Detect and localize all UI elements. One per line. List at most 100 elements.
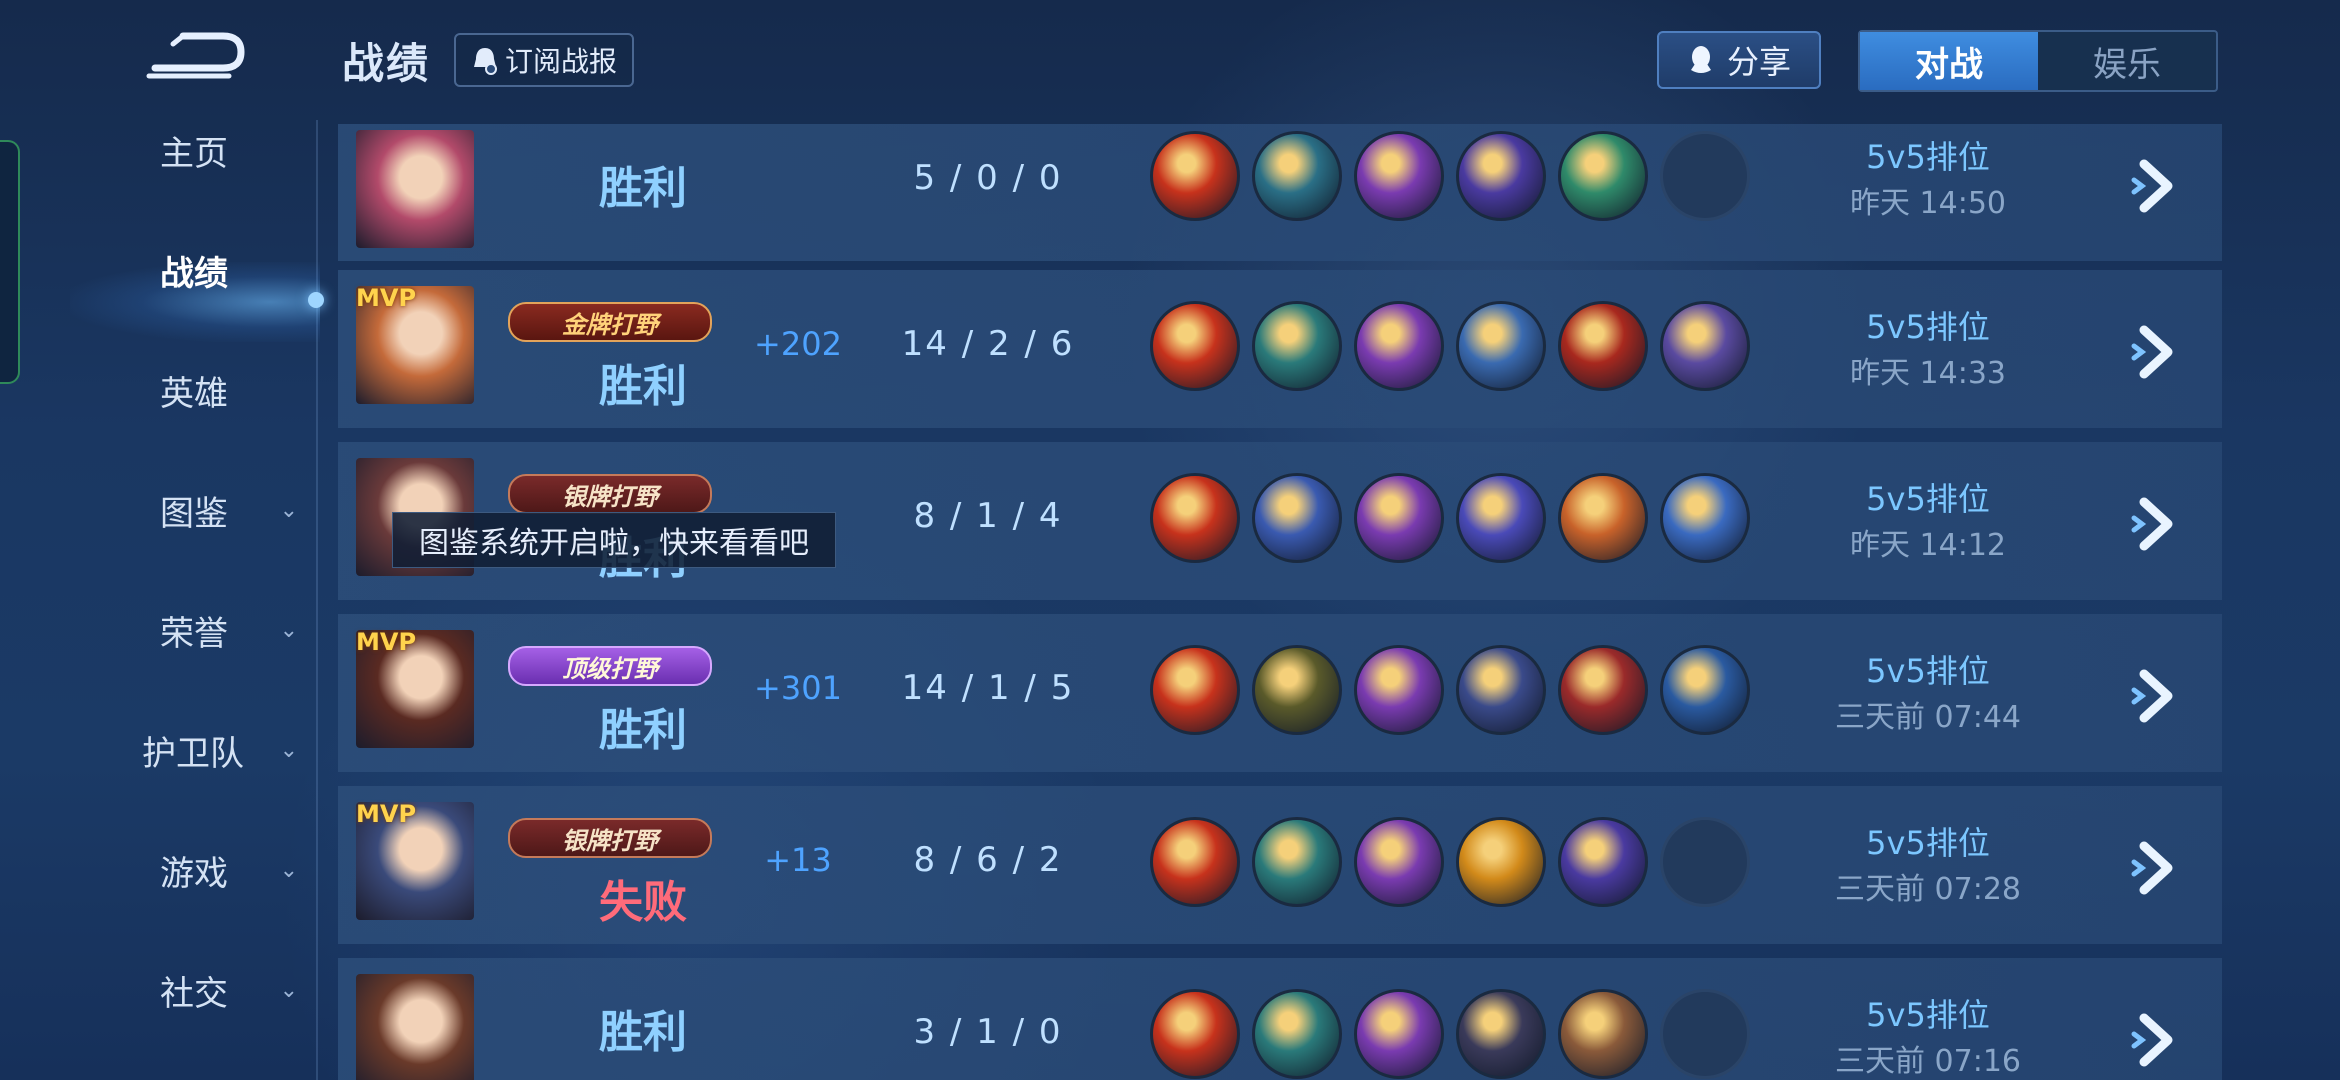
kda-stats: 3 / 1 / 0 [913,1012,1063,1052]
equipment-list [1150,473,1750,563]
kda-stats: 5 / 0 / 0 [913,158,1063,198]
sidebar-item-6[interactable]: 游戏 ⌄ [160,840,302,900]
kda-stats: 14 / 2 / 6 [901,324,1075,364]
mvp-label: MVP [356,284,417,312]
chevron-down-icon: ⌄ [279,497,298,523]
equipment-list [1150,989,1750,1079]
equipment-item-icon [1252,817,1342,907]
chevron-right-icon[interactable] [2130,322,2180,382]
sidebar-item-label: 图鉴 [160,493,228,534]
equipment-item-icon [1150,817,1240,907]
kda-stats: 14 / 1 / 5 [901,668,1075,708]
score-delta: +13 [764,841,832,879]
match-row[interactable]: 胜利 3 / 1 / 0 5v5排位三天前 07:16 [338,958,2222,1080]
chevron-right-icon[interactable] [2130,156,2180,216]
share-label: 分享 [1726,43,1791,81]
kda-stats: 8 / 6 / 2 [913,840,1063,880]
sidebar-item-5[interactable]: 护卫队 ⌄ [142,720,302,780]
chevron-down-icon: ⌄ [279,737,298,763]
equipment-item-icon [1150,301,1240,391]
equipment-item-icon [1150,645,1240,735]
back-arrow-icon[interactable] [145,28,245,84]
equipment-item-icon [1252,131,1342,221]
bell-user-icon [473,48,497,75]
equipment-list [1150,817,1750,907]
equipment-item-icon [1456,989,1546,1079]
equipment-item-icon [1456,473,1546,563]
tab-entertainment[interactable]: 娱乐 [2038,32,2216,90]
match-list[interactable]: 胜利 5 / 0 / 0 5v5排位 昨天 14:50 MVP 金牌打野 胜利 +202 14 … [338,124,2222,1080]
score-delta: +202 [754,325,842,363]
equipment-item-icon [1150,989,1240,1079]
match-time: 昨天 14:33 [1850,356,2006,391]
sidebar-item-label: 护卫队 [142,733,244,774]
sidebar-item-2[interactable]: 英雄 [160,360,302,420]
hero-avatar [356,974,474,1080]
equipment-item-icon [1252,989,1342,1079]
equipment-item-icon [1456,301,1546,391]
sidebar-item-1[interactable]: 战绩 [160,240,302,300]
game-mode: 5v5排位 [1866,308,1990,346]
match-time: 三天前 07:16 [1835,1044,2021,1079]
equipment-item-icon [1252,645,1342,735]
chevron-right-icon[interactable] [2130,838,2180,898]
equipment-item-icon [1558,817,1648,907]
equipment-item-icon [1558,645,1648,735]
equipment-item-icon [1660,301,1750,391]
match-row[interactable]: 胜利 5 / 0 / 0 5v5排位 昨天 14:50 [338,124,2222,261]
page-title: 战绩 [342,39,431,88]
side-drawer-handle[interactable] [0,140,20,384]
equipment-item-icon [1456,645,1546,735]
mvp-label: MVP [356,800,417,828]
chevron-down-icon: ⌄ [279,977,298,1003]
kda-stats: 8 / 1 / 4 [913,496,1063,536]
sidebar-item-4[interactable]: 荣誉 ⌄ [160,600,302,660]
equipment-list [1150,131,1750,221]
sidebar-item-label: 社交 [160,973,228,1014]
chevron-right-icon[interactable] [2130,494,2180,554]
match-row[interactable]: MVP 银牌打野 失败 +13 8 / 6 / 2 5v5排位 三天前 07:28 [338,786,2222,944]
empty-equipment-slot [1660,989,1750,1079]
match-time: 三天前 07:44 [1835,700,2021,735]
empty-equipment-slot [1660,131,1750,221]
game-mode: 5v5排位 [1866,138,1990,176]
hero-avatar [356,130,474,248]
sidebar-item-label: 游戏 [160,853,228,894]
sidebar-item-label: 主页 [160,133,228,174]
chevron-right-icon[interactable] [2130,666,2180,726]
role-badge: 银牌打野 [508,818,712,858]
equipment-item-icon [1558,131,1648,221]
chevron-right-icon[interactable] [2130,1010,2180,1070]
score-delta: +301 [754,669,842,707]
match-row[interactable]: MVP 顶级打野 胜利 +301 14 / 1 / 5 5v5排位 三天前 07:44 [338,614,2222,772]
sidebar-item-3[interactable]: 图鉴 ⌄ [160,480,302,540]
match-result: 胜利 [599,1007,687,1058]
subscribe-report-button[interactable]: 订阅战报 [454,33,634,87]
sidebar-item-0[interactable]: 主页 [160,120,302,180]
sidebar-item-label: 荣誉 [160,613,228,654]
mvp-label: MVP [356,628,417,656]
qq-icon [1690,46,1711,73]
equipment-item-icon [1660,473,1750,563]
tab-battle[interactable]: 对战 [1860,32,2038,90]
equipment-item-icon [1354,645,1444,735]
equipment-item-icon [1558,301,1648,391]
equipment-item-icon [1354,989,1444,1079]
equipment-item-icon [1354,301,1444,391]
mode-tabs: 对战 娱乐 [1858,30,2218,92]
game-mode: 5v5排位 [1866,996,1990,1034]
equipment-list [1150,301,1750,391]
share-button[interactable]: 分享 [1657,31,1821,89]
role-badge: 银牌打野 [508,474,712,514]
match-row[interactable]: MVP 金牌打野 胜利 +202 14 / 2 / 6 5v5排位 昨天 14:33 [338,270,2222,428]
chevron-down-icon: ⌄ [279,857,298,883]
equipment-item-icon [1456,131,1546,221]
codex-tooltip: 图鉴系统开启啦，快来看看吧 [392,512,836,568]
match-time: 昨天 14:50 [1850,186,2006,221]
equipment-item-icon [1354,131,1444,221]
subscribe-label: 订阅战报 [504,45,617,78]
equipment-list [1150,645,1750,735]
equipment-item-icon [1660,645,1750,735]
equipment-item-icon [1354,817,1444,907]
sidebar-item-7[interactable]: 社交 ⌄ [160,960,302,1020]
